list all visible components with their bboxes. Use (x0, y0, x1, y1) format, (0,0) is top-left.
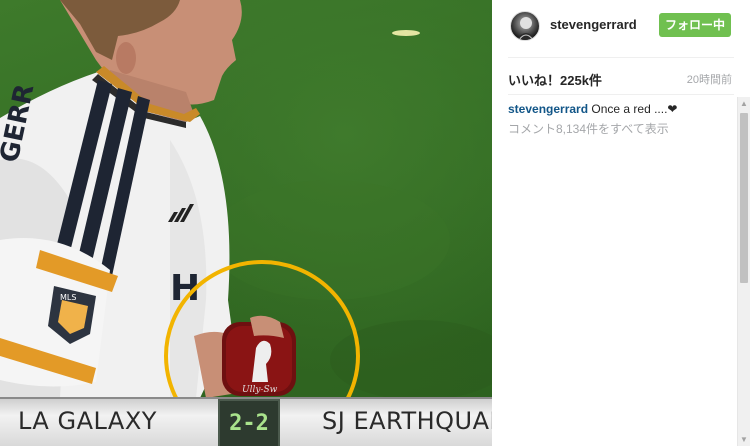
svg-text:MLS: MLS (60, 293, 76, 302)
view-all-comments-link[interactable]: コメント8,134件をすべて表示 (508, 120, 669, 137)
profile-picture-icon (516, 17, 536, 40)
caption: stevengerrard Once a red ....❤ (508, 101, 734, 117)
home-team: LA GALAXY (18, 407, 157, 435)
caption-text: Once a red ....❤ (591, 102, 678, 116)
likes-count[interactable]: いいね！225k件 (508, 70, 602, 89)
post-timestamp[interactable]: 20時間前 (687, 71, 732, 87)
post-photo[interactable]: H MLS GERR Ully-Sw LA GALAXY 2-2 SJ EART… (0, 0, 492, 446)
scroll-up-arrow-icon[interactable]: ▲ (738, 97, 750, 110)
avatar[interactable] (510, 11, 540, 41)
score: 2-2 (218, 399, 280, 446)
header-username-link[interactable]: stevengerrard (550, 17, 637, 32)
photo-illustration: H MLS GERR Ully-Sw (0, 0, 492, 446)
likes-divider (508, 94, 734, 95)
scoreboard: LA GALAXY 2-2 SJ EARTHQUAKE (0, 397, 492, 446)
caption-username-link[interactable]: stevengerrard (508, 102, 588, 116)
header-divider (508, 57, 734, 58)
post-header: stevengerrard フォロー中 (492, 0, 750, 58)
away-team: SJ EARTHQUAKE (322, 407, 492, 435)
post-sidebar: stevengerrard フォロー中 いいね！225k件 20時間前 stev… (492, 0, 750, 446)
following-button[interactable]: フォロー中 (659, 13, 731, 37)
svg-text:Ully-Sw: Ully-Sw (242, 385, 278, 395)
scroll-thumb[interactable] (740, 113, 748, 283)
scrollbar[interactable]: ▲ ▼ (737, 97, 750, 446)
scroll-down-arrow-icon[interactable]: ▼ (738, 433, 750, 446)
